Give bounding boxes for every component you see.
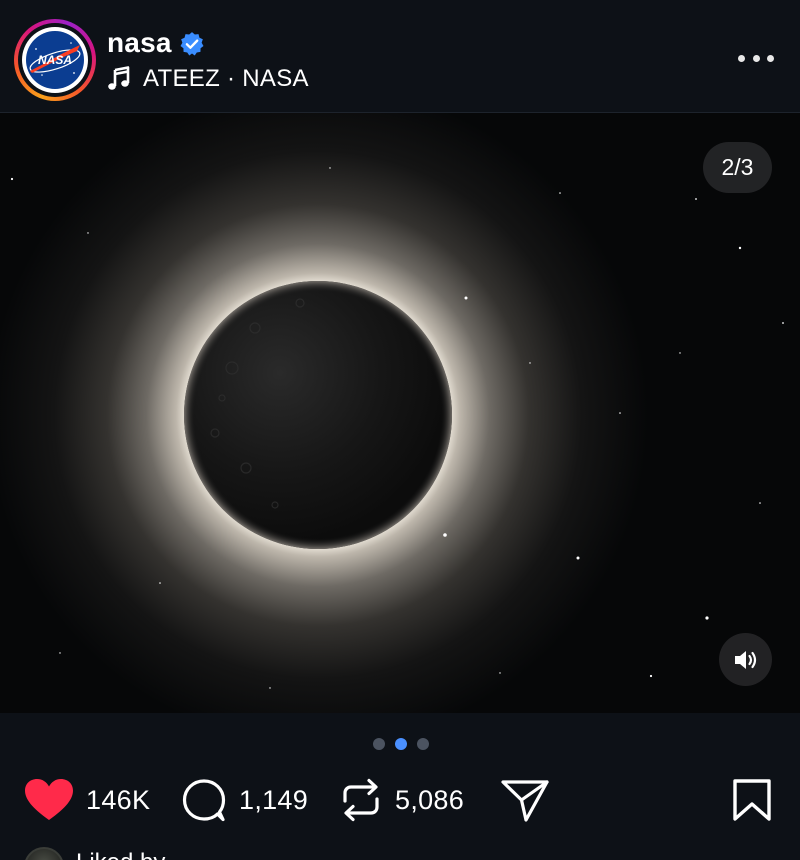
paper-plane-icon — [501, 780, 549, 822]
music-attribution[interactable]: ATEEZ · NASA — [107, 64, 309, 94]
carousel-dot[interactable] — [417, 738, 429, 750]
media-counter: 2/3 — [703, 142, 772, 193]
carousel-dot[interactable] — [373, 738, 385, 750]
music-label: ATEEZ · NASA — [143, 65, 309, 92]
nasa-logo-icon: NASA — [26, 31, 84, 89]
verified-badge-icon — [180, 32, 204, 56]
comment-button[interactable]: 1,149 — [181, 770, 308, 830]
svg-text:NASA: NASA — [38, 53, 72, 67]
save-button[interactable] — [731, 770, 773, 830]
mute-button[interactable] — [719, 633, 772, 686]
speaker-icon — [734, 650, 756, 669]
post-header: NASA nasa ATEEZ · NASA — [0, 0, 800, 113]
carousel-indicator — [373, 738, 429, 750]
repost-button[interactable]: 5,086 — [339, 770, 464, 830]
repost-count[interactable]: 5,086 — [395, 785, 464, 816]
more-options-button[interactable] — [738, 46, 774, 70]
comment-count[interactable]: 1,149 — [239, 785, 308, 816]
avatar: NASA — [22, 27, 88, 93]
speech-bubble-icon — [182, 779, 226, 822]
post-media[interactable]: 2/3 — [0, 113, 800, 713]
story-ring[interactable]: NASA — [14, 19, 96, 101]
more-horizontal-icon — [738, 54, 745, 62]
like-button[interactable]: 146K — [24, 770, 150, 830]
like-count[interactable]: 146K — [86, 785, 150, 816]
repost-arrows-icon — [343, 778, 379, 822]
carousel-dot-active[interactable] — [395, 738, 407, 750]
eclipse-image — [0, 113, 800, 713]
username[interactable]: nasa — [107, 27, 172, 59]
liked-by-row[interactable]: Liked by — [0, 843, 800, 860]
share-button[interactable] — [500, 770, 550, 830]
heart-filled-icon — [25, 779, 73, 820]
bookmark-icon — [733, 779, 771, 821]
liker-avatar — [24, 847, 64, 860]
liked-by-text: Liked by — [76, 849, 165, 860]
music-note-icon — [108, 66, 130, 90]
action-bar: 146K 1,149 5,086 — [0, 770, 800, 830]
